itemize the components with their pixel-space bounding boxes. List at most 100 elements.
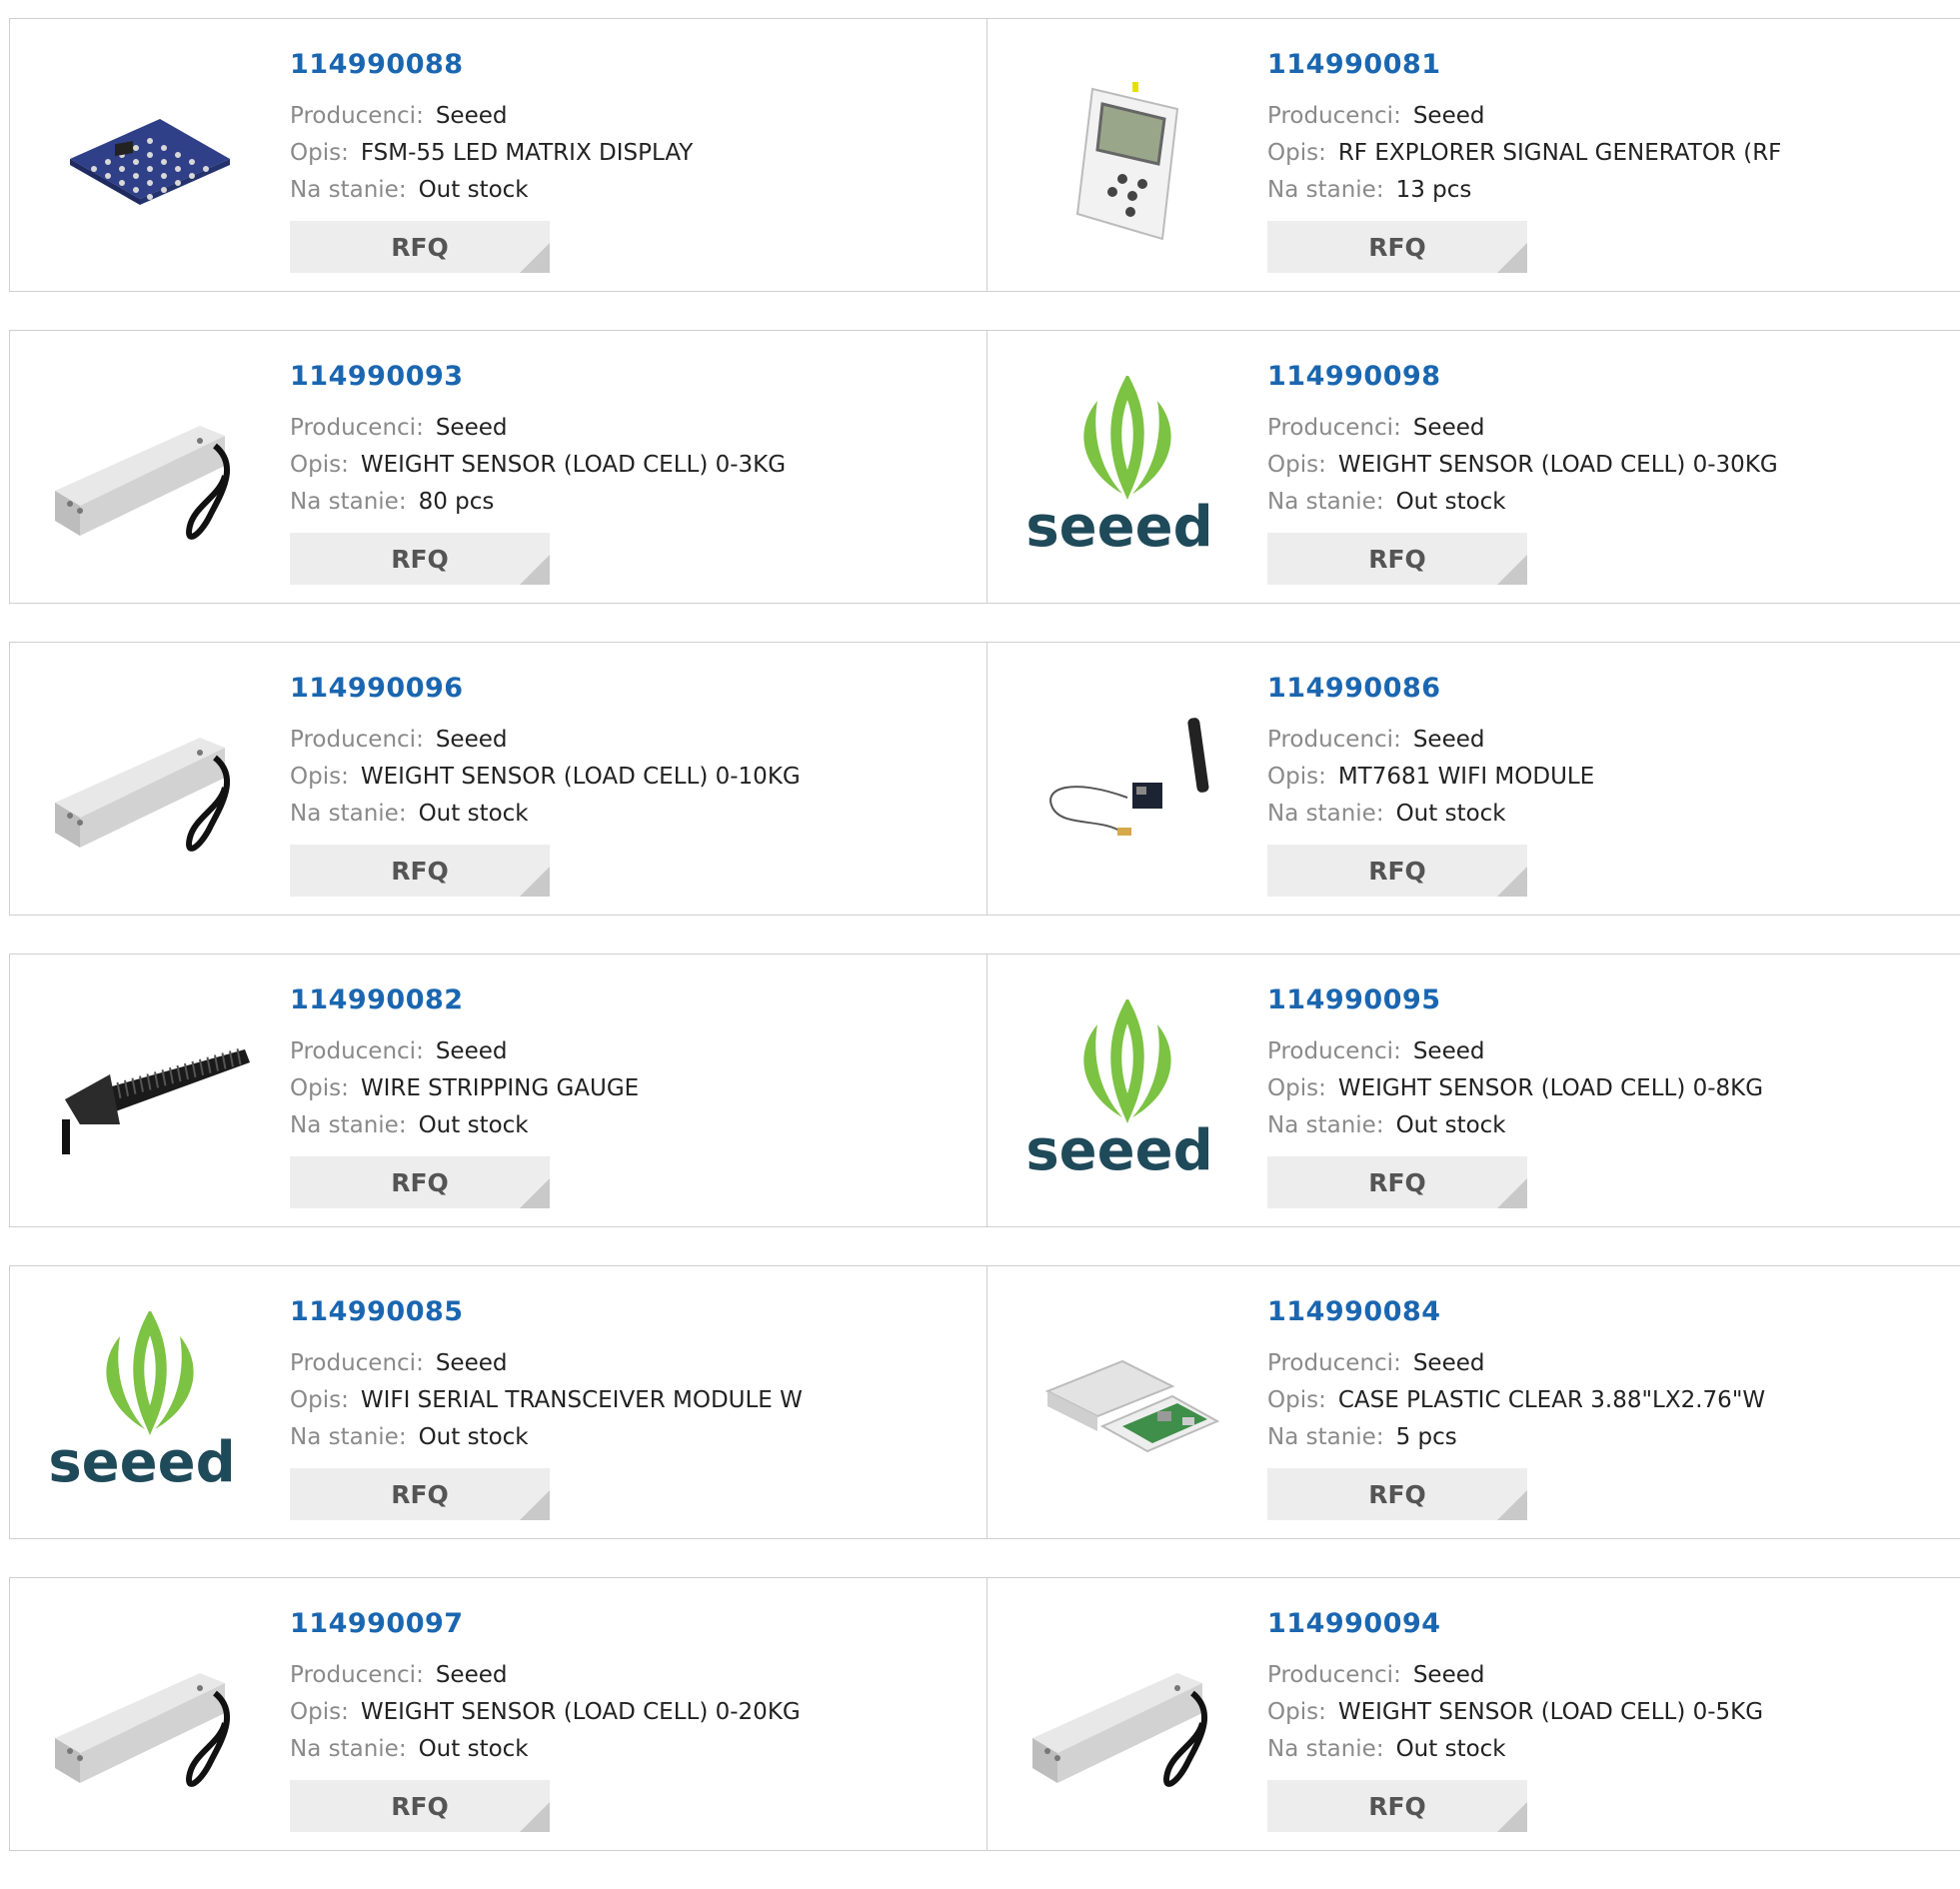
manufacturer-value[interactable]: Seeed bbox=[436, 1038, 508, 1064]
stock-row: Na stanie: 5 pcs bbox=[1267, 1419, 1765, 1456]
description-value: WEIGHT SENSOR (LOAD CELL) 0-8KG bbox=[1337, 1075, 1764, 1101]
rfq-button[interactable]: RFQ bbox=[290, 1468, 550, 1520]
rfq-button[interactable]: RFQ bbox=[290, 533, 550, 585]
part-number-link[interactable]: 114990084 bbox=[1267, 1296, 1765, 1327]
description-value: FSM-55 LED MATRIX DISPLAY bbox=[360, 140, 694, 166]
part-number-link[interactable]: 114990096 bbox=[290, 673, 801, 704]
rfq-button[interactable]: RFQ bbox=[1267, 845, 1527, 897]
description-row: Opis: WEIGHT SENSOR (LOAD CELL) 0-5KG bbox=[1267, 1694, 1763, 1731]
description-value: WEIGHT SENSOR (LOAD CELL) 0-5KG bbox=[1337, 1699, 1764, 1725]
manufacturer-value[interactable]: Seeed bbox=[1413, 1038, 1485, 1064]
product-info: 114990088 Producenci: Seeed Opis: FSM-55 L… bbox=[290, 49, 693, 273]
description-label: Opis: bbox=[290, 452, 349, 478]
wifi-module-image[interactable] bbox=[1027, 683, 1227, 883]
part-number-link[interactable]: 114990082 bbox=[290, 984, 639, 1015]
stock-value: Out stock bbox=[1395, 489, 1506, 515]
rfq-button[interactable]: RFQ bbox=[1267, 221, 1527, 273]
product-info: 114990095 Producenci: Seeed Opis: WEIGHT S… bbox=[1267, 984, 1763, 1208]
rfq-label: RFQ bbox=[1368, 232, 1426, 262]
description-value: WEIGHT SENSOR (LOAD CELL) 0-20KG bbox=[360, 1699, 801, 1725]
manufacturer-value[interactable]: Seeed bbox=[436, 1350, 508, 1376]
description-value: RF EXPLORER SIGNAL GENERATOR (RF bbox=[1337, 140, 1782, 166]
rfq-button[interactable]: RFQ bbox=[1267, 1780, 1527, 1832]
product-info: 114990096 Producenci: Seeed Opis: WEIGHT S… bbox=[290, 673, 801, 897]
description-label: Opis: bbox=[1267, 140, 1326, 166]
product-info: 114990085 Producenci: Seeed Opis: WIFI SER… bbox=[290, 1296, 803, 1520]
manufacturer-value[interactable]: Seeed bbox=[436, 1662, 508, 1688]
rfq-button[interactable]: RFQ bbox=[1267, 1156, 1527, 1208]
rfq-corner-icon bbox=[520, 243, 550, 273]
manufacturer-value[interactable]: Seeed bbox=[1413, 415, 1485, 441]
part-number-link[interactable]: 114990088 bbox=[290, 49, 693, 80]
manufacturer-value[interactable]: Seeed bbox=[436, 415, 508, 441]
load-cell-image[interactable] bbox=[50, 371, 250, 571]
stock-row: Na stanie: Out stock bbox=[290, 796, 801, 833]
manufacturer-label: Producenci: bbox=[290, 103, 424, 129]
stock-row: Na stanie: Out stock bbox=[1267, 484, 1778, 521]
stock-value: Out stock bbox=[418, 801, 529, 827]
manufacturer-value[interactable]: Seeed bbox=[1413, 103, 1485, 129]
case-board-image[interactable] bbox=[1027, 1306, 1227, 1506]
description-value: WIFI SERIAL TRANSCEIVER MODULE W bbox=[360, 1387, 803, 1413]
part-number-link[interactable]: 114990081 bbox=[1267, 49, 1781, 80]
manufacturer-row: Producenci: Seeed bbox=[1267, 1657, 1763, 1694]
stock-value: Out stock bbox=[1395, 801, 1506, 827]
part-number-link[interactable]: 114990098 bbox=[1267, 361, 1778, 392]
description-row: Opis: FSM-55 LED MATRIX DISPLAY bbox=[290, 135, 693, 172]
manufacturer-label: Producenci: bbox=[1267, 1038, 1401, 1064]
product-row: 114990093 Producenci: Seeed Opis: WEIGHT S… bbox=[9, 330, 1960, 604]
load-cell-image[interactable] bbox=[50, 1618, 250, 1818]
rfq-label: RFQ bbox=[391, 856, 449, 886]
part-number-link[interactable]: 114990095 bbox=[1267, 984, 1763, 1015]
seeed-logo-image[interactable]: seeed bbox=[1027, 994, 1227, 1194]
stock-row: Na stanie: Out stock bbox=[290, 1419, 803, 1456]
part-number-link[interactable]: 114990094 bbox=[1267, 1608, 1763, 1639]
stock-label: Na stanie: bbox=[290, 177, 407, 203]
seeed-logo-image[interactable]: seeed bbox=[1027, 371, 1227, 571]
wire-gauge-image[interactable] bbox=[50, 994, 250, 1194]
stock-row: Na stanie: Out stock bbox=[290, 1107, 639, 1144]
description-label: Opis: bbox=[290, 1075, 349, 1101]
part-number-link[interactable]: 114990093 bbox=[290, 361, 786, 392]
handheld-device-image[interactable] bbox=[1027, 59, 1227, 259]
product-row: seeed 114990085 Producenci: Seeed Opis: WI… bbox=[9, 1265, 1960, 1539]
load-cell-image[interactable] bbox=[1027, 1618, 1227, 1818]
manufacturer-value[interactable]: Seeed bbox=[1413, 727, 1485, 753]
manufacturer-label: Producenci: bbox=[290, 1038, 424, 1064]
description-label: Opis: bbox=[1267, 764, 1326, 790]
stock-value: 80 pcs bbox=[418, 489, 495, 515]
stock-row: Na stanie: Out stock bbox=[290, 172, 693, 209]
rfq-button[interactable]: RFQ bbox=[290, 845, 550, 897]
manufacturer-row: Producenci: Seeed bbox=[1267, 410, 1778, 447]
svg-text:seeed: seeed bbox=[50, 1430, 236, 1495]
rfq-button[interactable]: RFQ bbox=[1267, 533, 1527, 585]
manufacturer-row: Producenci: Seeed bbox=[1267, 1033, 1763, 1070]
manufacturer-value[interactable]: Seeed bbox=[436, 727, 508, 753]
stock-row: Na stanie: Out stock bbox=[290, 1731, 801, 1768]
led-matrix-board-image[interactable] bbox=[50, 59, 250, 259]
rfq-corner-icon bbox=[1497, 1802, 1527, 1832]
product-card: 114990094 Producenci: Seeed Opis: WEIGHT S… bbox=[986, 1577, 1960, 1851]
manufacturer-label: Producenci: bbox=[290, 415, 424, 441]
rfq-button[interactable]: RFQ bbox=[290, 1156, 550, 1208]
manufacturer-row: Producenci: Seeed bbox=[290, 410, 786, 447]
rfq-button[interactable]: RFQ bbox=[1267, 1468, 1527, 1520]
rfq-label: RFQ bbox=[1368, 1167, 1426, 1197]
svg-text:seeed: seeed bbox=[1027, 1118, 1213, 1183]
manufacturer-value[interactable]: Seeed bbox=[1413, 1350, 1485, 1376]
part-number-link[interactable]: 114990085 bbox=[290, 1296, 803, 1327]
part-number-link[interactable]: 114990097 bbox=[290, 1608, 801, 1639]
stock-value: Out stock bbox=[418, 1424, 529, 1450]
rfq-button[interactable]: RFQ bbox=[290, 1780, 550, 1832]
manufacturer-value[interactable]: Seeed bbox=[1413, 1662, 1485, 1688]
description-label: Opis: bbox=[290, 1699, 349, 1725]
description-row: Opis: MT7681 WIFI MODULE bbox=[1267, 759, 1594, 796]
manufacturer-value[interactable]: Seeed bbox=[436, 103, 508, 129]
rfq-label: RFQ bbox=[1368, 544, 1426, 574]
part-number-link[interactable]: 114990086 bbox=[1267, 673, 1594, 704]
description-value: MT7681 WIFI MODULE bbox=[1337, 764, 1595, 790]
seeed-logo-image[interactable]: seeed bbox=[50, 1306, 250, 1506]
description-label: Opis: bbox=[1267, 1387, 1326, 1413]
rfq-button[interactable]: RFQ bbox=[290, 221, 550, 273]
load-cell-image[interactable] bbox=[50, 683, 250, 883]
